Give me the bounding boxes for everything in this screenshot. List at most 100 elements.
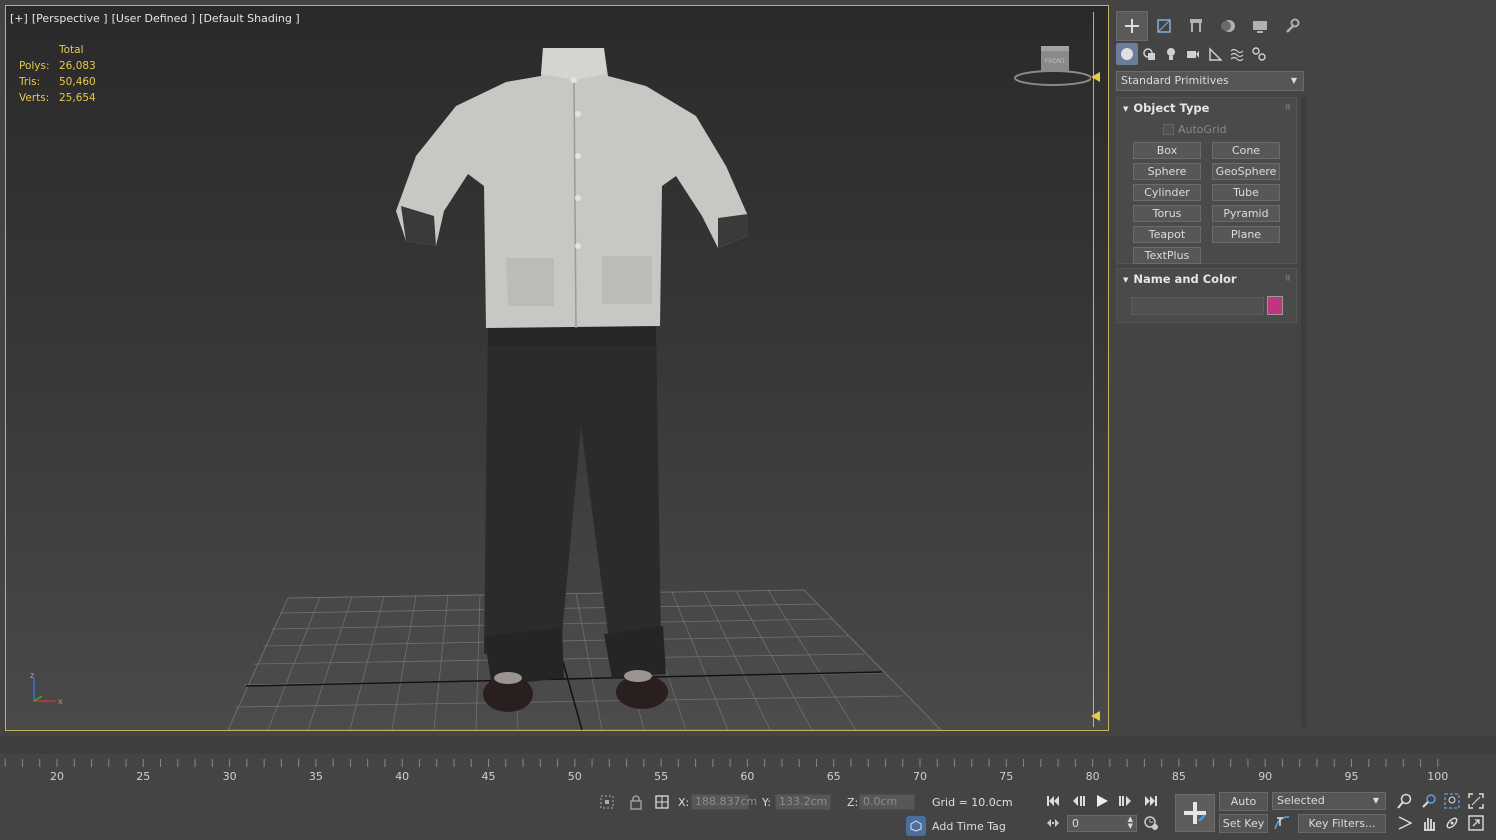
motion-tab[interactable] bbox=[1212, 11, 1244, 41]
teapot-button[interactable]: Teapot bbox=[1133, 226, 1201, 243]
rollout-title: Object Type bbox=[1133, 101, 1210, 115]
create-tab[interactable] bbox=[1116, 11, 1148, 41]
y-coordinate-field[interactable]: 133.2cm bbox=[775, 794, 831, 810]
display-tab[interactable] bbox=[1244, 11, 1276, 41]
ruler-label: 95 bbox=[1345, 770, 1359, 783]
maximize-viewport-button[interactable] bbox=[1466, 813, 1486, 833]
viewport-menu[interactable]: [+] bbox=[10, 12, 28, 25]
object-name-field[interactable] bbox=[1131, 297, 1264, 315]
marker-bottom-icon bbox=[1091, 711, 1100, 721]
shapes-tab[interactable] bbox=[1138, 43, 1160, 65]
viewcube[interactable]: FRONT bbox=[1011, 42, 1091, 92]
track-bar[interactable]: 20 25 30 35 40 45 50 55 60 65 70 75 80 85 90 95 100 bbox=[0, 757, 1496, 785]
ruler-label: 55 bbox=[654, 770, 668, 783]
axis-z-label: z bbox=[30, 671, 34, 680]
viewport-shading-label[interactable]: [Default Shading ] bbox=[199, 12, 299, 25]
command-panel-scrollbar[interactable] bbox=[1301, 97, 1306, 727]
pan-button[interactable] bbox=[1419, 813, 1439, 833]
field-of-view-button[interactable] bbox=[1395, 813, 1415, 833]
orbit-button[interactable] bbox=[1442, 813, 1462, 833]
frame-ruler[interactable]: 20 25 30 35 40 45 50 55 60 65 70 75 80 85 90 95 100 bbox=[0, 757, 1450, 785]
sphere-button[interactable]: Sphere bbox=[1133, 163, 1201, 180]
add-time-tag[interactable]: Add Time Tag bbox=[906, 816, 1006, 836]
key-mode-toggle[interactable] bbox=[1044, 814, 1062, 832]
autogrid-label: AutoGrid bbox=[1178, 123, 1227, 136]
set-keys-button[interactable] bbox=[1175, 794, 1215, 832]
stats-label: Polys: bbox=[19, 60, 50, 72]
key-filters-button[interactable]: Key Filters... bbox=[1298, 814, 1386, 833]
ruler-label: 60 bbox=[740, 770, 754, 783]
cylinder-button[interactable]: Cylinder bbox=[1133, 184, 1201, 201]
axis-tripod-icon: z x bbox=[30, 671, 63, 706]
previous-frame-button[interactable] bbox=[1070, 792, 1088, 810]
object-type-header[interactable]: ▼ Object Type ⠿ bbox=[1117, 98, 1296, 118]
zoom-extents-all-button[interactable] bbox=[1466, 791, 1486, 811]
zoom-extents-icon bbox=[1444, 793, 1460, 809]
systems-tab[interactable] bbox=[1248, 43, 1270, 65]
z-coordinate-field[interactable]: 0.0cm bbox=[859, 794, 915, 810]
pan-hand-icon bbox=[1424, 818, 1435, 831]
key-mode-icon bbox=[1047, 819, 1059, 827]
absolute-mode-icon[interactable] bbox=[654, 794, 670, 810]
current-frame-field[interactable]: 0 ▲ ▼ bbox=[1067, 815, 1137, 832]
display-icon bbox=[1253, 21, 1267, 33]
viewport-stdout-label[interactable]: [User Defined ] bbox=[112, 12, 196, 25]
spinner-icon[interactable]: ▲ ▼ bbox=[1128, 816, 1133, 830]
status-bar: X: 188.837cm Y: 133.2cm Z: 0.0cm Grid = … bbox=[0, 786, 1496, 840]
viewport-label[interactable]: [+] [Perspective ] [User Defined ] [Default… bbox=[10, 12, 304, 25]
utilities-tab[interactable] bbox=[1276, 11, 1308, 41]
x-coordinate-field[interactable]: 188.837cm bbox=[691, 794, 757, 810]
plane-button[interactable]: Plane bbox=[1212, 226, 1280, 243]
category-dropdown[interactable]: Standard Primitives ▼ bbox=[1116, 71, 1304, 91]
go-to-start-button[interactable] bbox=[1044, 792, 1062, 810]
go-to-end-button[interactable] bbox=[1142, 792, 1160, 810]
next-frame-button[interactable] bbox=[1116, 792, 1134, 810]
key-selection-dropdown[interactable]: Selected ▼ bbox=[1272, 792, 1386, 810]
ruler-label: 75 bbox=[999, 770, 1013, 783]
zoom-extents-button[interactable] bbox=[1442, 791, 1462, 811]
helpers-tab[interactable] bbox=[1204, 43, 1226, 65]
time-config-button[interactable] bbox=[1142, 814, 1160, 832]
key-plus-icon bbox=[1184, 802, 1206, 824]
modify-tab[interactable] bbox=[1148, 11, 1180, 41]
zoom-button[interactable] bbox=[1395, 791, 1415, 811]
key-filters-toggle[interactable] bbox=[1273, 814, 1291, 832]
pyramid-button[interactable]: Pyramid bbox=[1212, 205, 1280, 222]
name-color-header[interactable]: ▼ Name and Color ⠿ bbox=[1117, 269, 1296, 289]
cameras-tab[interactable] bbox=[1182, 43, 1204, 65]
viewport-pov-label[interactable]: [Perspective ] bbox=[32, 12, 108, 25]
spacewarps-tab[interactable] bbox=[1226, 43, 1248, 65]
ruler-label: 25 bbox=[136, 770, 150, 783]
current-frame-value: 0 bbox=[1072, 817, 1079, 830]
box-button[interactable]: Box bbox=[1133, 142, 1201, 159]
lights-tab[interactable] bbox=[1160, 43, 1182, 65]
cone-button[interactable]: Cone bbox=[1212, 142, 1280, 159]
torus-button[interactable]: Torus bbox=[1133, 205, 1201, 222]
lock-icon[interactable] bbox=[628, 794, 644, 810]
grip-icon[interactable]: ⠿ bbox=[1285, 269, 1291, 289]
isolate-selection-icon[interactable] bbox=[599, 794, 617, 810]
cameras-icon bbox=[1187, 51, 1199, 58]
textplus-button[interactable]: TextPlus bbox=[1133, 247, 1201, 264]
object-type-rollout: ▼ Object Type ⠿ AutoGrid Box Cone Sphere … bbox=[1116, 97, 1297, 264]
perspective-viewport[interactable]: [+] [Perspective ] [User Defined ] [Default… bbox=[5, 5, 1109, 731]
zoom-all-button[interactable] bbox=[1419, 791, 1439, 811]
geosphere-button[interactable]: GeoSphere bbox=[1212, 163, 1280, 180]
ruler-label: 80 bbox=[1086, 770, 1100, 783]
stats-header: Total bbox=[59, 44, 84, 56]
hierarchy-tab[interactable] bbox=[1180, 11, 1212, 41]
time-slider-track[interactable] bbox=[0, 736, 1496, 754]
tube-button[interactable]: Tube bbox=[1212, 184, 1280, 201]
stats-value: 50,460 bbox=[59, 76, 96, 88]
grip-icon[interactable]: ⠿ bbox=[1285, 98, 1291, 118]
create-category-tabs bbox=[1116, 43, 1270, 65]
set-key-button[interactable]: Set Key bbox=[1219, 814, 1268, 833]
autogrid-checkbox[interactable]: AutoGrid bbox=[1163, 123, 1227, 136]
time-config-icon bbox=[1144, 816, 1158, 830]
field-of-view-icon bbox=[1398, 816, 1413, 830]
ruler-label: 70 bbox=[913, 770, 927, 783]
play-button[interactable] bbox=[1093, 792, 1111, 810]
auto-key-button[interactable]: Auto Key bbox=[1219, 792, 1268, 825]
object-color-swatch[interactable] bbox=[1267, 296, 1283, 315]
geometry-tab[interactable] bbox=[1116, 43, 1138, 65]
